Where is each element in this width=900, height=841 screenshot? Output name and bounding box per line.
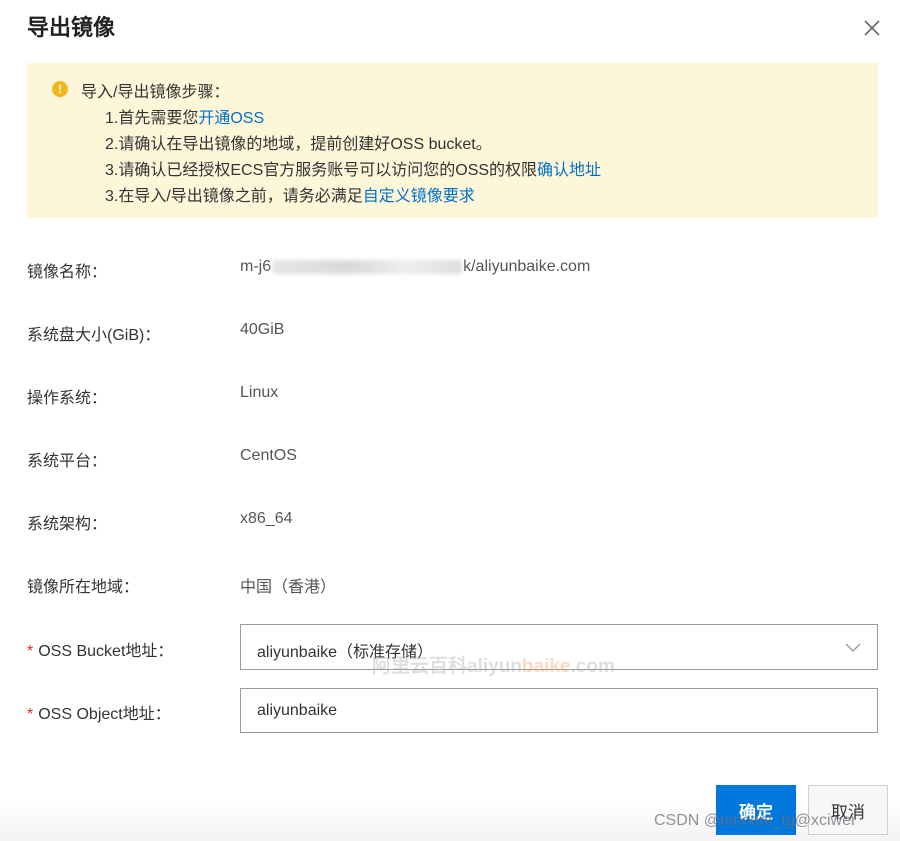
notice-step-3: 3.请确认已经授权ECS官方服务账号可以访问您的OSS的权限确认地址 xyxy=(105,156,601,180)
platform-value: CentOS xyxy=(240,447,297,464)
oss-bucket-selected-value: aliyunbaike（标准存储） xyxy=(257,644,434,661)
os-value: Linux xyxy=(240,384,279,401)
required-mark: * xyxy=(27,706,34,723)
region-value: 中国（香港） xyxy=(240,579,337,596)
image-name-prefix: m-j6 xyxy=(240,258,272,275)
notice-step-2: 2.请确认在导出镜像的地域，提前创建好OSS bucket。 xyxy=(105,130,492,154)
export-image-dialog: 导出镜像 ! 导入/导出镜像步骤： 1.首先需要您开通OSS 2.请确认在导出镜… xyxy=(0,0,900,841)
notice-step-4-text: 3.在导入/导出镜像之前，请务必满足 xyxy=(105,188,363,205)
oss-bucket-select[interactable]: aliyunbaike（标准存储） xyxy=(240,624,878,670)
close-button[interactable] xyxy=(858,14,886,42)
required-mark: * xyxy=(27,643,34,660)
redacted-text xyxy=(272,259,463,274)
disk-size-value: 40GiB xyxy=(240,321,285,338)
architecture-label: 系统架构： xyxy=(27,516,108,533)
notice-box: ! 导入/导出镜像步骤： 1.首先需要您开通OSS 2.请确认在导出镜像的地域，… xyxy=(27,63,878,218)
image-name-suffix: k/aliyunbaike.com xyxy=(463,258,591,275)
confirm-button[interactable]: 确定 xyxy=(716,785,796,835)
image-name-value: m-j6 k/aliyunbaike.com xyxy=(240,258,590,276)
notice-step-1-text: 1.首先需要您 xyxy=(105,110,199,127)
close-icon xyxy=(864,20,880,36)
open-oss-link[interactable]: 开通OSS xyxy=(198,110,264,127)
chevron-down-icon xyxy=(845,643,861,652)
oss-bucket-label: * OSS Bucket地址： xyxy=(27,637,173,661)
warning-icon: ! xyxy=(52,81,68,97)
platform-label: 系统平台： xyxy=(27,453,108,470)
cancel-button[interactable]: 取消 xyxy=(808,785,888,835)
os-label: 操作系统： xyxy=(27,390,108,407)
notice-step-2-text: 2.请确认在导出镜像的地域，提前创建好OSS bucket。 xyxy=(105,136,492,153)
disk-size-label: 系统盘大小(GiB)： xyxy=(27,327,161,344)
architecture-value: x86_64 xyxy=(240,510,293,527)
confirm-address-link[interactable]: 确认地址 xyxy=(537,162,601,179)
notice-title: 导入/导出镜像步骤： xyxy=(81,84,230,101)
dialog-title: 导出镜像 xyxy=(27,15,116,40)
notice-step-1: 1.首先需要您开通OSS xyxy=(105,104,264,128)
oss-object-label-text: OSS Object地址： xyxy=(38,706,171,723)
notice-step-4: 3.在导入/导出镜像之前，请务必满足自定义镜像要求 xyxy=(105,182,475,206)
oss-object-input[interactable] xyxy=(240,688,878,733)
custom-image-requirements-link[interactable]: 自定义镜像要求 xyxy=(363,188,475,205)
image-name-label: 镜像名称： xyxy=(27,264,108,281)
notice-step-3-text: 3.请确认已经授权ECS官方服务账号可以访问您的OSS的权限 xyxy=(105,162,538,179)
region-label: 镜像所在地域： xyxy=(27,579,140,596)
oss-bucket-label-text: OSS Bucket地址： xyxy=(38,643,174,660)
oss-object-label: * OSS Object地址： xyxy=(27,700,171,724)
